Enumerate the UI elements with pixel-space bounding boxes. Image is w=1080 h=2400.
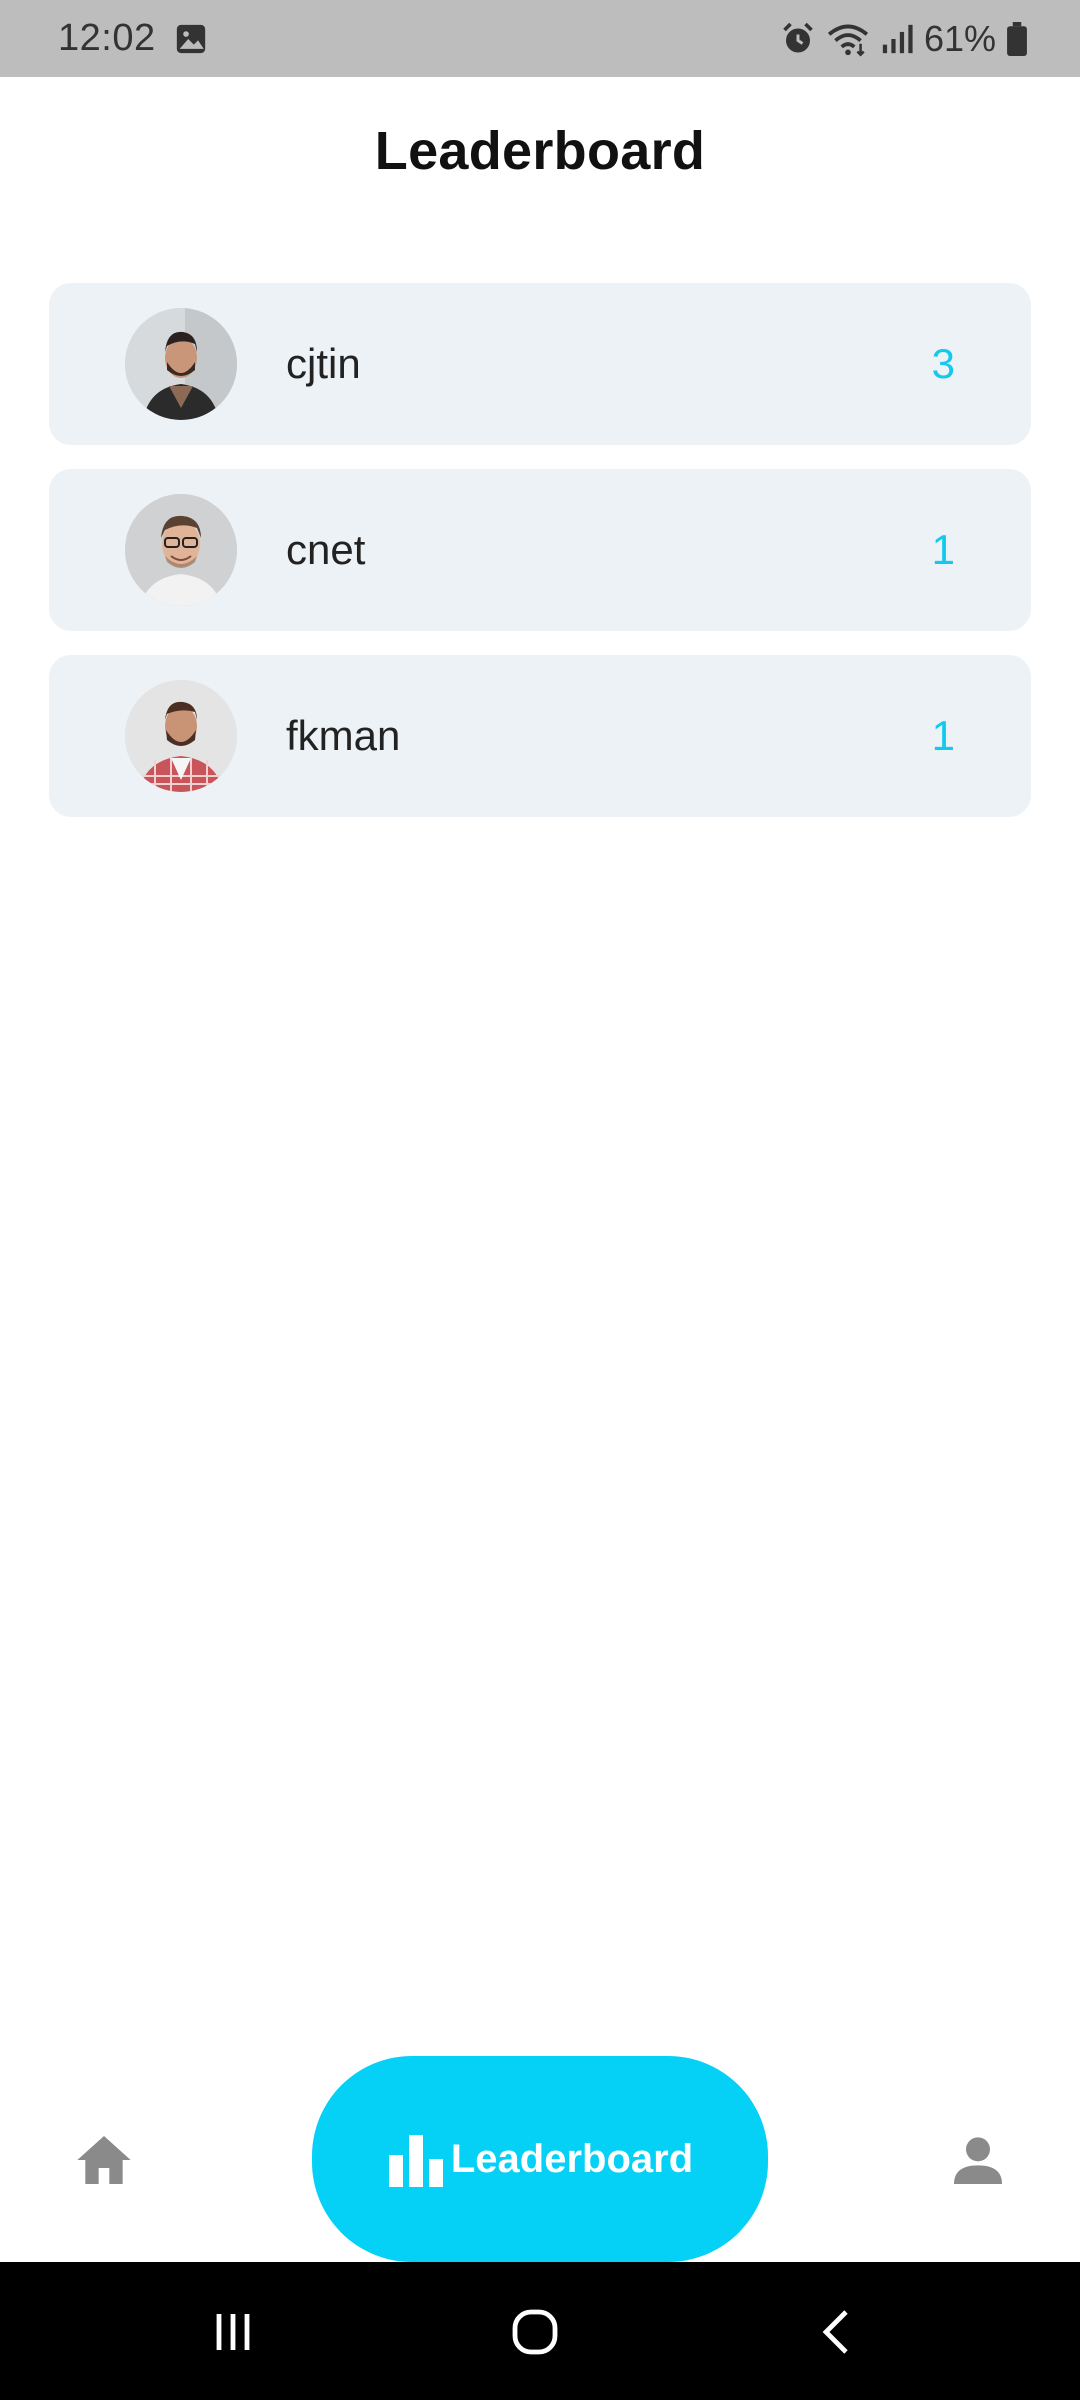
signal-icon: [880, 22, 914, 56]
person-icon: [954, 2137, 1002, 2184]
nav-profile-button[interactable]: [946, 2128, 1010, 2192]
system-home-button[interactable]: [505, 2302, 565, 2362]
player-score: 1: [931, 712, 955, 759]
player-score: 1: [931, 526, 955, 573]
bottom-nav: Leaderboard: [0, 2040, 1080, 2262]
wifi-icon: [826, 21, 870, 57]
leaderboard-row[interactable]: cnet 1: [49, 469, 1031, 631]
system-nav-bar: [0, 2262, 1080, 2400]
nav-leaderboard-button[interactable]: Leaderboard: [312, 2056, 768, 2262]
leaderboard-row[interactable]: cjtin 3: [49, 283, 1031, 445]
player-name: fkman: [286, 712, 401, 759]
image-icon: [174, 22, 208, 56]
recent-apps-icon: [216, 2314, 250, 2350]
status-bar: 12:02 61%: [0, 0, 1080, 77]
screen: 12:02 61% Leaderboard cjtin 3 cnet 1 fkm…: [0, 0, 1080, 2400]
alarm-icon: [780, 21, 816, 57]
player-name: cjtin: [286, 340, 361, 387]
player-name: cnet: [286, 526, 366, 573]
avatar: [125, 308, 237, 420]
leaderboard-row[interactable]: fkman 1: [49, 655, 1031, 817]
battery-percent: 61%: [923, 17, 996, 59]
status-right: 61%: [780, 18, 1028, 60]
bar-chart-icon: [388, 2135, 443, 2187]
leaderboard-list: cjtin 3 cnet 1 fkman 1: [49, 283, 1031, 841]
page-title: Leaderboard: [374, 121, 706, 181]
home-icon: [77, 2136, 131, 2184]
home-circle-icon: [512, 2309, 558, 2355]
back-icon: [822, 2310, 848, 2354]
status-time: 12:02: [58, 17, 156, 59]
status-left: 12:02: [58, 17, 208, 60]
back-button[interactable]: [808, 2302, 868, 2362]
avatar: [125, 494, 237, 606]
nav-leaderboard-label: Leaderboard: [450, 2136, 694, 2181]
avatar: [125, 680, 237, 792]
player-score: 3: [931, 340, 955, 387]
battery-icon: [1006, 21, 1028, 56]
nav-home-button[interactable]: [72, 2128, 136, 2192]
recent-apps-button[interactable]: [203, 2302, 263, 2362]
